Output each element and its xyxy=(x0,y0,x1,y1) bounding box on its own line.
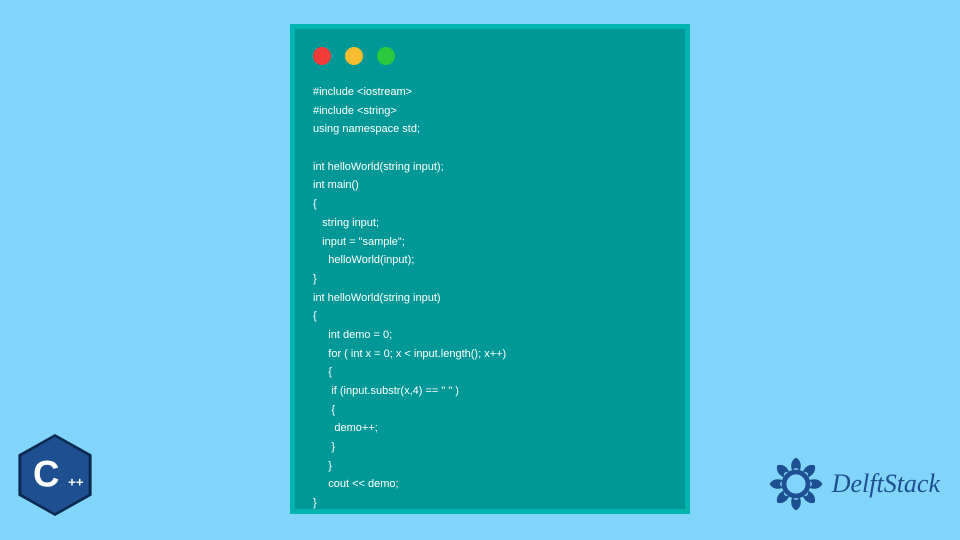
svg-text:</>: </> xyxy=(787,480,805,491)
close-icon xyxy=(313,47,331,65)
code-block: #include <iostream> #include <string> us… xyxy=(313,83,667,513)
delftstack-brand: </> DelftStack xyxy=(766,454,940,514)
code-card: #include <iostream> #include <string> us… xyxy=(290,24,690,514)
cpp-c-text: C xyxy=(33,454,59,495)
cpp-plus-text: ++ xyxy=(68,475,84,490)
window-traffic-lights xyxy=(313,41,667,83)
cpp-logo-icon: C ++ xyxy=(18,434,92,516)
minimize-icon xyxy=(345,47,363,65)
delftstack-logo-icon: </> xyxy=(766,454,826,514)
maximize-icon xyxy=(377,47,395,65)
delftstack-text: DelftStack xyxy=(832,469,940,499)
